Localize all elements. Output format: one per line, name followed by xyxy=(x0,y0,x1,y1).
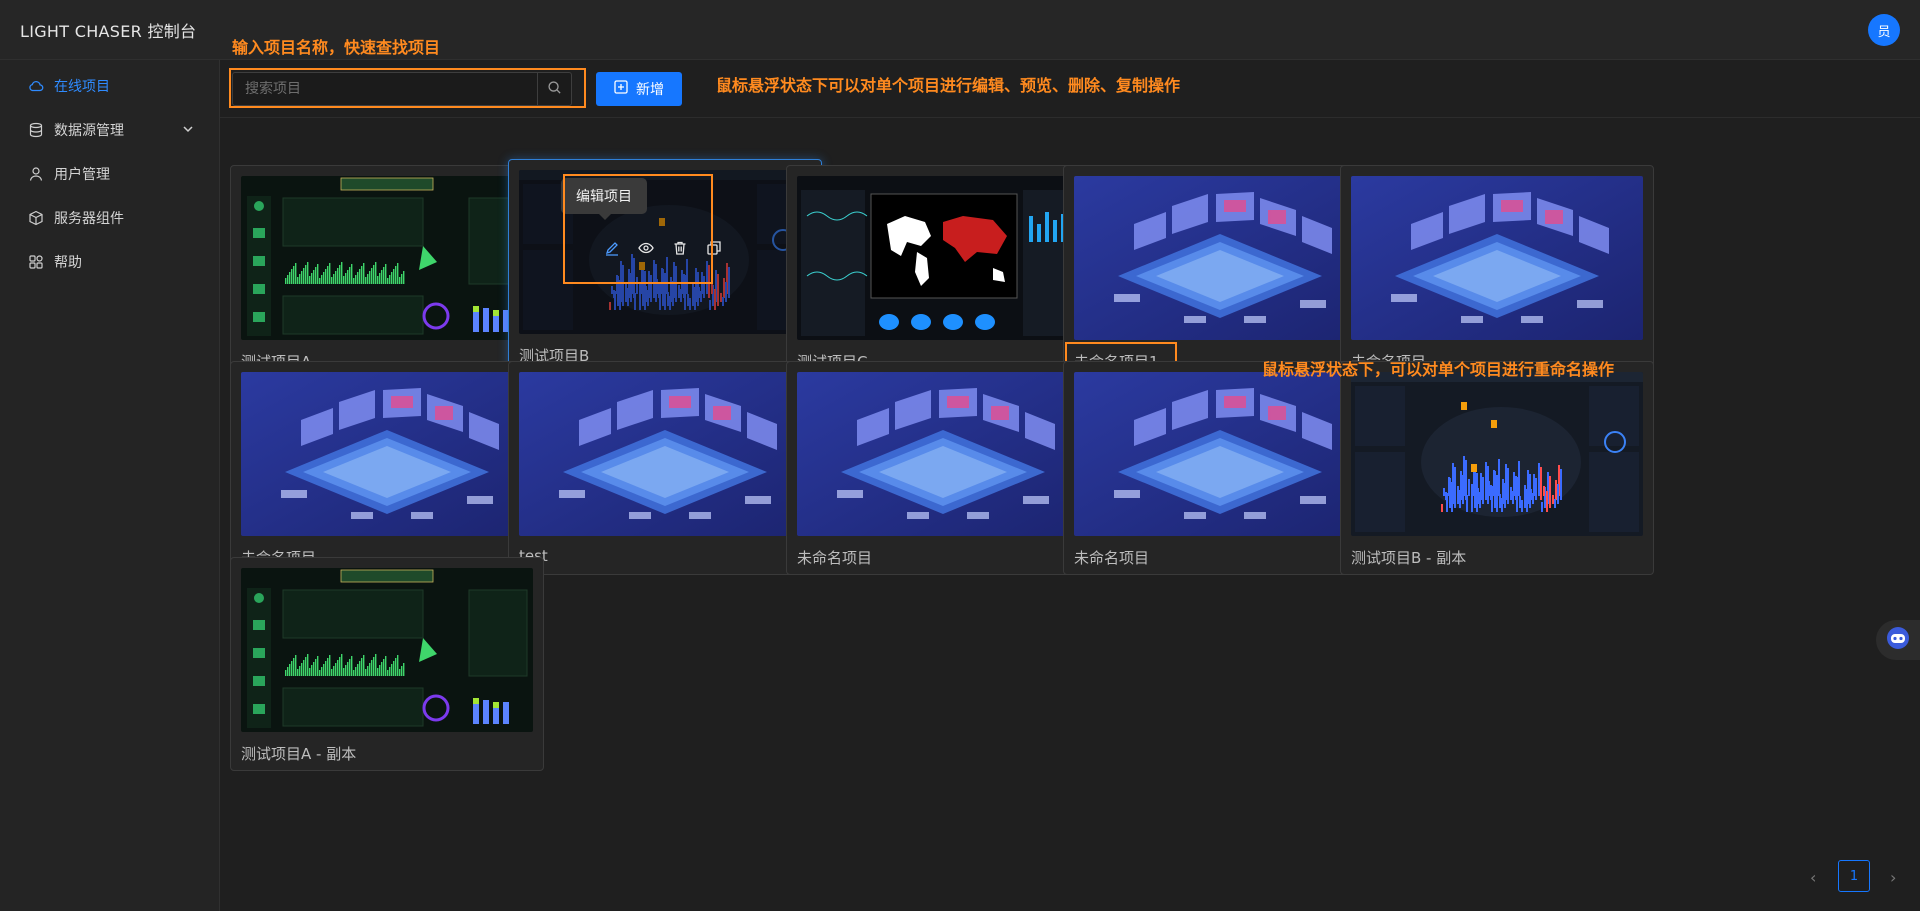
main-content: 新增 测试项目A 测试项目B编辑项目 xyxy=(220,60,1920,911)
project-card[interactable]: 测试项目B 编辑项目 xyxy=(508,159,822,373)
add-label: 新增 xyxy=(636,82,664,98)
assistant-float-button[interactable] xyxy=(1876,620,1920,660)
sidebar-item-label: 服务器组件 xyxy=(54,211,124,227)
sidebar-item-label: 数据源管理 xyxy=(54,123,124,139)
chevron-down-icon[interactable] xyxy=(181,122,195,136)
project-thumbnail[interactable] xyxy=(797,372,1089,536)
project-thumbnail[interactable] xyxy=(519,372,811,536)
rename-hint-annotation: 鼠标悬浮状态下，可以对单个项目进行重命名操作 xyxy=(1262,360,1615,379)
project-name[interactable]: 未命名项目 xyxy=(1074,547,1149,568)
project-thumbnail[interactable] xyxy=(1074,176,1366,340)
delete-icon[interactable] xyxy=(672,240,688,260)
database-icon xyxy=(28,122,44,138)
search-hint-annotation: 输入项目名称，快速查找项目 xyxy=(232,38,441,57)
user-icon xyxy=(28,166,44,182)
sidebar-item-online-projects[interactable]: 在线项目 xyxy=(0,64,219,108)
copy-icon[interactable] xyxy=(706,240,722,260)
sidebar-item-datasource[interactable]: 数据源管理 xyxy=(0,108,219,152)
project-card[interactable]: 测试项目A - 副本 xyxy=(230,557,544,771)
sidebar-item-label: 在线项目 xyxy=(54,79,110,95)
project-card[interactable]: 未命名项目 xyxy=(1340,165,1654,379)
project-thumbnail[interactable] xyxy=(241,372,533,536)
cube-icon xyxy=(28,210,44,226)
project-card[interactable]: 测试项目A xyxy=(230,165,544,379)
project-thumbnail[interactable] xyxy=(797,176,1089,340)
project-thumbnail[interactable] xyxy=(1351,372,1643,536)
project-card[interactable]: 未命名项目1 xyxy=(1063,165,1377,379)
edit-tooltip: 编辑项目 xyxy=(561,178,647,220)
user-avatar[interactable]: 员 xyxy=(1868,14,1900,46)
app-title: LIGHT CHASER 控制台 xyxy=(20,22,197,41)
project-name[interactable]: 未命名项目 xyxy=(797,547,872,568)
project-card[interactable]: 未命名项目 xyxy=(230,361,544,575)
grid-icon xyxy=(28,254,44,270)
sidebar-item-help[interactable]: 帮助 xyxy=(0,240,219,284)
robot-icon xyxy=(1885,625,1911,655)
sidebar-item-label: 帮助 xyxy=(54,255,82,271)
project-card[interactable]: 测试项目C xyxy=(786,165,1100,379)
project-thumbnail[interactable] xyxy=(241,568,533,732)
project-name[interactable]: 测试项目B - 副本 xyxy=(1351,547,1466,568)
edit-icon[interactable] xyxy=(604,240,620,260)
search-input[interactable] xyxy=(233,73,537,105)
project-card[interactable]: 测试项目B - 副本 xyxy=(1340,361,1654,575)
project-card[interactable]: 未命名项目 xyxy=(786,361,1100,575)
project-operations xyxy=(604,240,722,260)
sidebar-item-label: 用户管理 xyxy=(54,167,110,183)
sidebar-item-server-components[interactable]: 服务器组件 xyxy=(0,196,219,240)
project-thumbnail[interactable] xyxy=(241,176,533,340)
next-page-button[interactable]: › xyxy=(1890,868,1896,887)
cloud-icon xyxy=(28,78,44,94)
ops-hint-annotation: 鼠标悬浮状态下可以对单个项目进行编辑、预览、删除、复制操作 xyxy=(716,76,1181,95)
prev-page-button[interactable]: ‹ xyxy=(1810,868,1816,887)
search-button[interactable] xyxy=(537,73,571,105)
project-thumbnail[interactable] xyxy=(1351,176,1643,340)
project-thumbnail[interactable] xyxy=(1074,372,1366,536)
search-box xyxy=(232,72,572,106)
sidebar: 在线项目 数据源管理 用户管理 服务器组件 帮助 xyxy=(0,60,220,911)
sidebar-item-users[interactable]: 用户管理 xyxy=(0,152,219,196)
page-1-button[interactable]: 1 xyxy=(1838,860,1870,892)
project-card[interactable]: test xyxy=(508,361,822,575)
project-card[interactable]: 未命名项目 xyxy=(1063,361,1377,575)
eye-icon[interactable] xyxy=(638,240,654,260)
sidebar-menu: 在线项目 数据源管理 用户管理 服务器组件 帮助 xyxy=(0,60,219,284)
add-project-button[interactable]: 新增 xyxy=(596,72,682,106)
project-name[interactable]: 测试项目A - 副本 xyxy=(241,743,356,764)
plus-square-icon xyxy=(614,80,628,98)
search-icon xyxy=(547,80,562,99)
